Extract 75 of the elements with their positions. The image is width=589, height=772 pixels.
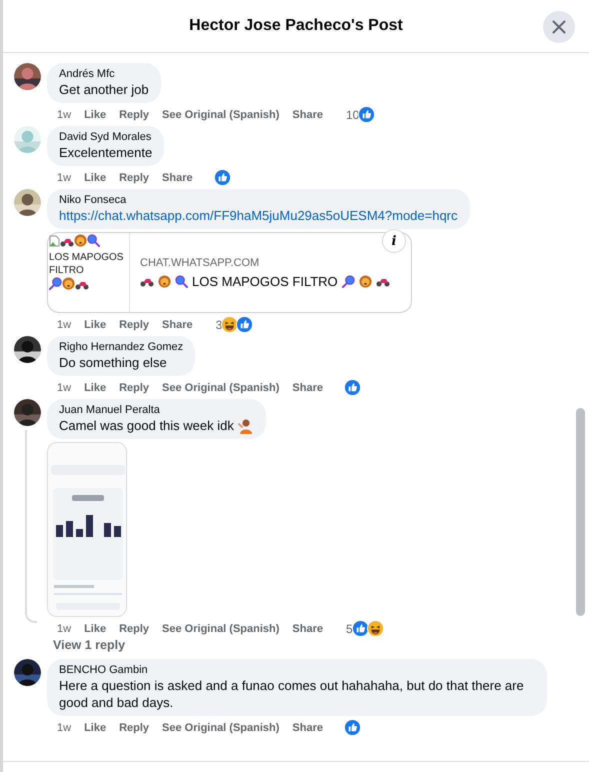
image-alt-text: LOS MAPOGOS FILTRO [49,251,124,277]
reaction-count[interactable]: 10 [346,108,360,122]
like-icon [214,169,231,186]
comment-time[interactable]: 1w [57,172,72,184]
link-title: LOS MAPOGOS FILTRO [192,274,338,289]
comment-time[interactable]: 1w [57,622,72,634]
link-domain: CHAT.WHATSAPP.COM [140,257,260,269]
comment-action[interactable]: Reply [119,722,150,734]
comment-action[interactable]: See Original (Spanish) [162,722,280,734]
comment-action[interactable]: Reply [119,382,150,394]
comment-action[interactable]: Like [84,318,106,330]
comment-text: Camel was good this week idk [59,417,234,434]
comment-action[interactable]: Like [84,172,106,184]
broken-image-icon [49,235,60,247]
reaction-count[interactable]: 3 [216,318,222,332]
comment-time[interactable]: 1w [57,382,72,394]
comment-action[interactable]: See Original (Spanish) [162,108,280,120]
comment-author[interactable]: David Syd Morales [59,131,152,143]
comment-action[interactable]: Like [84,108,106,120]
info-button[interactable]: i [382,229,406,253]
like-icon [344,719,361,736]
comment-action[interactable]: See Original (Spanish) [162,382,280,394]
comment-author[interactable]: Andrés Mfc [59,68,149,80]
close-icon [552,20,566,34]
comment-author[interactable]: Righo Hernandez Gomez [59,341,184,353]
comment-action[interactable]: Share [292,382,323,394]
comment-action[interactable]: Share [292,722,323,734]
comment-action[interactable]: Reply [119,622,150,634]
comment-action[interactable]: Share [292,108,323,120]
lion-icon [158,275,171,288]
reaction-count[interactable]: 5 [346,622,353,636]
like-icon [236,316,254,333]
lion-icon [62,277,75,290]
link-preview[interactable]: LOS MAPOGOS FILTRO CHAT.WHATSAPP.COM LOS MAPOGOS FILTRO i [47,232,412,313]
comment-text: Here a question is asked and a funao comes out hahahaha, but do that there are good and bad days. [59,677,525,711]
comment-action[interactable]: Like [84,722,106,734]
dialog-title: Hector Jose Pacheco's Post [189,17,403,35]
comment-action[interactable]: Share [292,622,323,634]
laughing-face-icon [366,620,384,637]
lion-icon [74,234,87,247]
comment-author[interactable]: BENCHO Gambin [59,664,535,676]
motorcycle-icon [140,276,154,286]
magnifier-icon [49,277,62,290]
magnifier-icon [342,275,355,288]
magnifier-icon [87,234,100,247]
magnifier-icon [175,275,188,288]
like-icon [352,620,369,637]
comment-action[interactable]: Share [162,172,193,184]
close-button[interactable] [543,11,575,43]
comment-text: Excelentemente [59,144,152,161]
comment-action[interactable]: See Original (Spanish) [162,622,280,634]
comment-author[interactable]: Niko Fonseca [59,194,458,206]
comment-time[interactable]: 1w [57,722,72,734]
comment-text: Do something else [59,354,167,371]
like-icon [344,379,361,396]
comment-action[interactable]: Reply [119,318,150,330]
laughing-face-icon [221,316,238,333]
comment-action[interactable]: Reply [119,108,150,120]
comment-text: Get another job [59,81,149,98]
comment-action[interactable]: Like [84,622,106,634]
motorcycle-icon [376,276,390,286]
comment-link[interactable]: https://chat.whatsapp.com/FF9haM5juMu29as5oUESM4?mode=hqrc [59,207,458,224]
comment-time[interactable]: 1w [57,318,72,330]
motorcycle-icon [60,237,74,247]
motorcycle-icon [75,280,89,290]
comment-action[interactable]: Reply [119,172,150,184]
comment-author[interactable]: Juan Manuel Peralta [59,404,254,416]
view-replies-link[interactable]: View 1 reply [53,638,126,652]
comment-action[interactable]: Share [162,318,193,330]
comment-time[interactable]: 1w [57,108,72,120]
like-icon [358,106,376,123]
scrollbar-thumb[interactable] [576,408,585,616]
comment-action[interactable]: Like [84,382,106,394]
lion-icon [358,275,372,288]
person-icon [238,418,254,434]
